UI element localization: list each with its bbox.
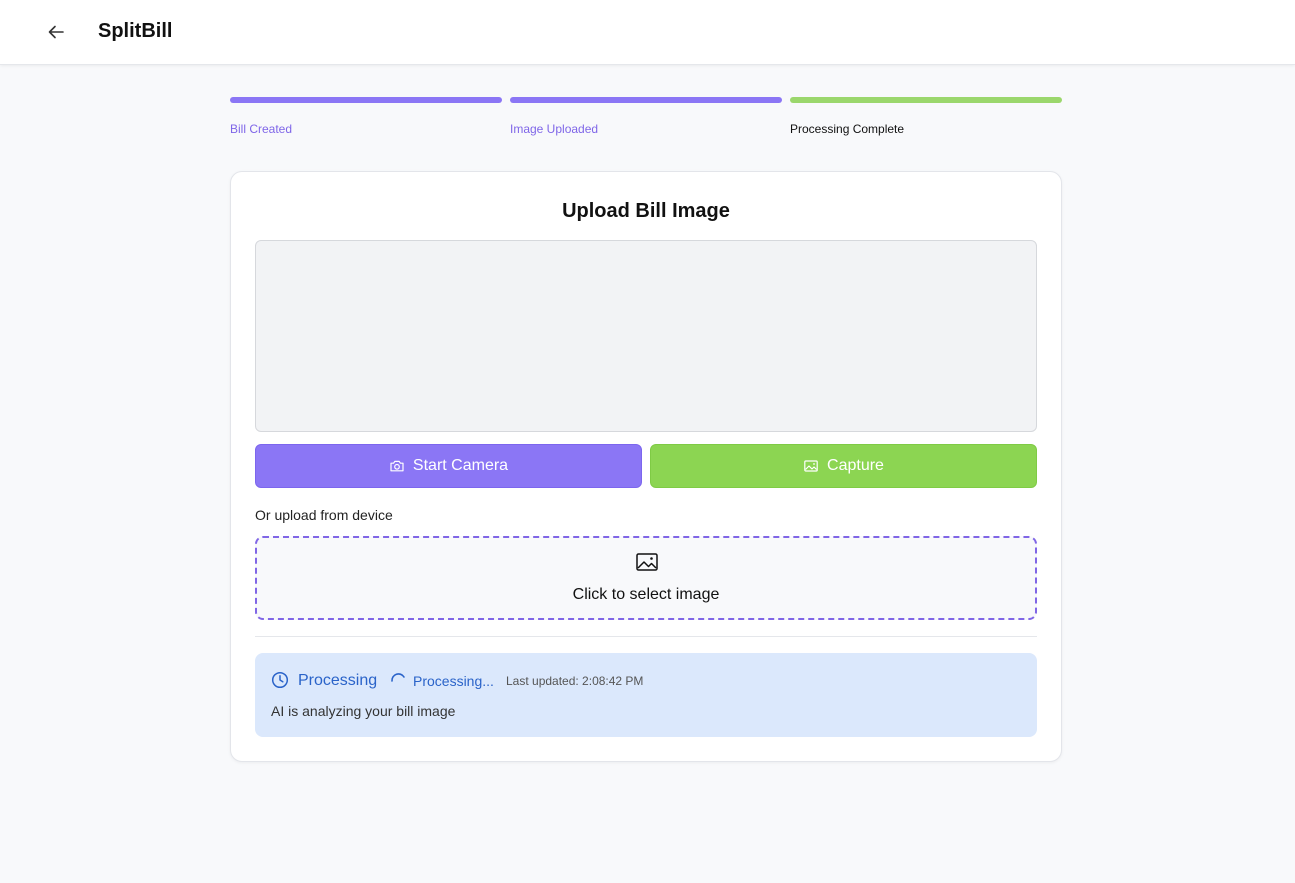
step-bar [510,97,782,103]
image-icon [803,458,819,474]
upload-from-device-label: Or upload from device [255,507,393,523]
spinner-icon [391,673,405,682]
dropzone-text: Click to select image [572,586,720,603]
upload-card: Upload Bill Image Start Camera Capture O… [230,171,1062,762]
back-button[interactable] [40,16,72,48]
step-bar [790,97,1062,103]
progress-steps: Bill Created Image Uploaded Processing C… [230,97,1062,137]
image-icon [636,553,658,571]
step-image-uploaded: Image Uploaded [510,97,782,136]
card-title: Upload Bill Image [562,200,730,222]
step-label: Image Uploaded [510,122,599,136]
capture-label: Capture [827,457,884,474]
start-camera-label: Start Camera [412,457,509,474]
image-dropzone[interactable]: Click to select image [255,536,1037,620]
divider [255,636,1037,637]
status-panel: Processing Processing... Last updated: 2… [255,653,1037,737]
capture-button[interactable]: Capture [650,444,1037,488]
status-processing-text: Processing... [413,673,494,689]
step-label: Bill Created [230,122,293,136]
step-bill-created: Bill Created [230,97,502,136]
arrow-left-icon [48,25,64,39]
step-processing-complete: Processing Complete [790,97,1062,136]
app-title: SplitBill [98,20,173,42]
start-camera-button[interactable]: Start Camera [255,444,642,488]
camera-icon [389,458,405,474]
step-label: Processing Complete [790,122,905,136]
clock-icon [271,671,289,689]
camera-preview [255,240,1037,432]
step-bar [230,97,502,103]
status-message: AI is analyzing your bill image [271,703,456,719]
status-title: Processing [298,672,378,689]
last-updated-timestamp: Last updated: 2:08:42 PM [506,674,644,688]
top-bar: SplitBill [0,0,1295,65]
